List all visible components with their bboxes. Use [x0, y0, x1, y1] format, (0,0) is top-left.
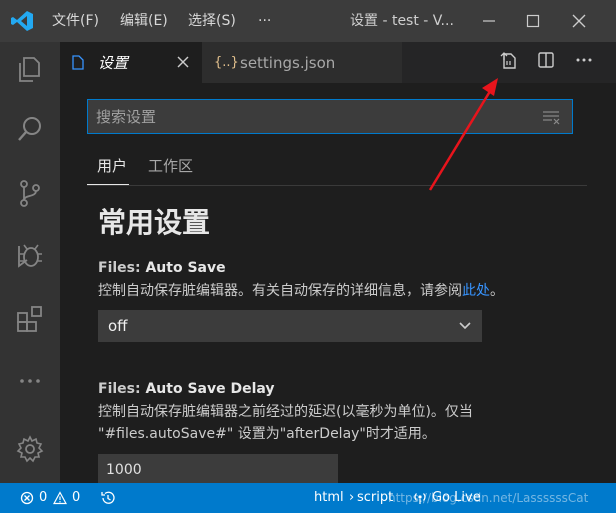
menu-edit[interactable]: 编辑(E) [120, 12, 168, 30]
editor-tabs: 设置 {..} settings.json [60, 42, 616, 83]
close-icon[interactable] [570, 12, 588, 30]
setting-category: Files: [98, 260, 146, 276]
breadcrumb-separator: › [349, 490, 355, 505]
menu-file[interactable]: 文件(F) [52, 12, 99, 30]
watermark: https://blog.csdn.net/LassssssCat [388, 491, 589, 505]
source-control-icon[interactable] [15, 178, 45, 208]
auto-save-select[interactable]: off [98, 310, 482, 342]
active-scope-underline [87, 184, 129, 185]
tab-settings-json-label: settings.json [240, 54, 336, 72]
split-editor-icon[interactable] [536, 50, 556, 70]
auto-save-value: off [108, 317, 128, 335]
search-placeholder: 搜索设置 [96, 108, 157, 126]
details-link[interactable]: 此处 [462, 283, 490, 299]
auto-save-delay-input[interactable]: 1000 [98, 454, 338, 484]
setting-title-auto-save-delay: Files: Auto Save Delay [98, 380, 275, 398]
more-actions-icon[interactable] [574, 50, 594, 70]
maximize-icon[interactable] [524, 12, 542, 30]
menu-selection[interactable]: 选择(S) [188, 12, 236, 30]
search-icon[interactable] [15, 114, 45, 144]
setting-category: Files: [98, 381, 146, 397]
menu-more[interactable]: ··· [258, 12, 271, 30]
explorer-icon[interactable] [15, 54, 45, 84]
tab-workspace-scope[interactable]: 工作区 [148, 157, 193, 175]
debug-icon[interactable] [15, 240, 45, 270]
setting-title-auto-save: Files: Auto Save [98, 259, 226, 277]
setting-name: Auto Save Delay [145, 381, 275, 397]
tab-settings-label: 设置 [98, 54, 129, 72]
setting-desc-auto-save: 控制自动保存脏编辑器。有关自动保存的详细信息，请参阅此处。 [98, 280, 568, 302]
open-settings-json-icon[interactable] [498, 50, 518, 70]
status-bar: 0 0 html › script Go Live https://blog.c… [0, 483, 616, 513]
tab-settings[interactable]: 设置 [60, 42, 202, 83]
warning-icon[interactable] [53, 491, 67, 505]
section-title: 常用设置 [98, 206, 211, 239]
warning-count[interactable]: 0 [72, 490, 80, 506]
tab-close-icon[interactable] [177, 56, 189, 68]
title-bar: 文件(F) 编辑(E) 选择(S) ··· 设置 - test - V... [0, 0, 616, 42]
scope-divider [87, 185, 587, 186]
desc-end: 。 [490, 283, 504, 299]
tab-settings-json[interactable]: {..} settings.json [202, 42, 402, 83]
more-icon[interactable] [15, 366, 45, 396]
desc-line-1: 控制自动保存脏编辑器之前经过的延迟(以毫秒为单位)。仅当 [98, 404, 473, 420]
setting-desc-auto-save-delay: 控制自动保存脏编辑器之前经过的延迟(以毫秒为单位)。仅当 "#files.aut… [98, 401, 568, 445]
extensions-icon[interactable] [15, 304, 45, 334]
json-file-icon: {..} [214, 55, 239, 70]
window-title: 设置 - test - V... [350, 13, 454, 29]
minimize-icon[interactable] [480, 12, 498, 30]
clear-filter-icon[interactable] [542, 109, 560, 125]
error-count[interactable]: 0 [39, 490, 47, 506]
settings-gear-icon[interactable] [15, 434, 45, 464]
chevron-down-icon [459, 322, 471, 330]
annotation-arrow [428, 78, 498, 191]
auto-save-delay-value: 1000 [106, 462, 142, 478]
activity-bar [0, 42, 60, 483]
desc-text: 控制自动保存脏编辑器。有关自动保存的详细信息，请参阅 [98, 283, 462, 299]
history-icon[interactable] [100, 490, 116, 506]
file-icon [72, 55, 84, 70]
desc-line-2: "#files.autoSave#" 设置为"afterDelay"时才适用。 [98, 426, 436, 442]
setting-name: Auto Save [145, 260, 226, 276]
tab-user-scope[interactable]: 用户 [97, 157, 127, 175]
language-mode[interactable]: html [314, 490, 344, 506]
vscode-logo-icon [11, 11, 33, 31]
error-icon[interactable] [20, 491, 34, 505]
